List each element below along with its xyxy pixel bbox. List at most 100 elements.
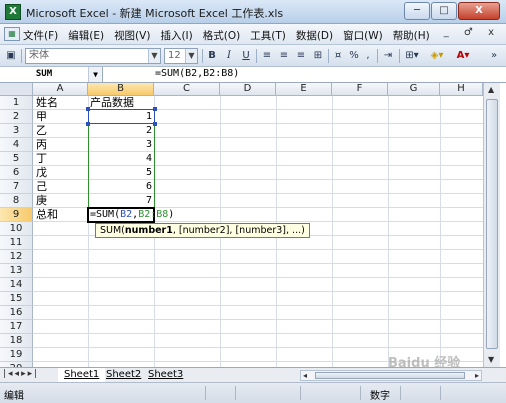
vertical-scroll-thumb[interactable] [486, 99, 498, 349]
column-header-e[interactable]: E [276, 83, 332, 96]
sheet-tab-sheet1[interactable]: Sheet1 [58, 368, 106, 382]
column-header-c[interactable]: C [154, 83, 220, 96]
column-header-d[interactable]: D [220, 83, 276, 96]
font-size-select[interactable]: 12 ▼ [164, 48, 198, 64]
menu-window[interactable]: 窗口(W) [343, 28, 383, 43]
column-header-a[interactable]: A [33, 83, 88, 96]
menu-format[interactable]: 格式(O) [203, 28, 240, 43]
menu-help[interactable]: 帮助(H) [393, 28, 430, 43]
name-box[interactable]: SUM ▼ [0, 67, 103, 83]
row-header[interactable]: 11 [0, 236, 33, 250]
tooltip-function[interactable]: SUM( [100, 225, 125, 236]
scroll-up-icon[interactable]: ▲ [488, 85, 494, 94]
percent-button[interactable]: % [347, 48, 361, 64]
row-header[interactable]: 19 [0, 348, 33, 362]
menu-tools[interactable]: 工具(T) [250, 28, 286, 43]
column-header-b[interactable]: B [88, 83, 154, 96]
row-header[interactable]: 1 [0, 96, 33, 110]
row-header[interactable]: 10 [0, 222, 33, 236]
save-icon[interactable]: ▣ [4, 48, 18, 64]
row-header[interactable]: 2 [0, 110, 33, 124]
underline-button[interactable]: U [239, 48, 253, 64]
cell-a7[interactable]: 己 [36, 180, 47, 194]
range-handle[interactable] [153, 107, 157, 111]
range-handle[interactable] [153, 122, 157, 126]
minimize-button[interactable]: ─ [404, 2, 430, 20]
menu-insert[interactable]: 插入(I) [160, 28, 192, 43]
row-header[interactable]: 5 [0, 152, 33, 166]
select-all-corner[interactable] [0, 83, 33, 96]
document-icon[interactable]: ▦ [4, 27, 20, 41]
maximize-button[interactable]: □ [431, 2, 457, 20]
chevron-down-icon[interactable]: ▼ [185, 49, 197, 63]
sheet-tab-sheet2[interactable]: Sheet2 [100, 368, 147, 382]
gridline [33, 361, 483, 362]
row-header[interactable]: 12 [0, 250, 33, 264]
row-header[interactable]: 6 [0, 166, 33, 180]
tooltip-current-arg[interactable]: number1 [125, 225, 173, 236]
row-header-selected[interactable]: 9 [0, 208, 33, 222]
scroll-right-icon[interactable]: ▸ [475, 371, 479, 380]
row-header[interactable]: 18 [0, 334, 33, 348]
cell-a4[interactable]: 丙 [36, 138, 47, 152]
fill-color-icon[interactable]: ◈▾ [426, 48, 448, 64]
font-name-select[interactable]: 宋体 ▼ [25, 48, 161, 64]
horizontal-scrollbar[interactable]: ◂ ▸ [300, 370, 482, 381]
italic-button[interactable]: I [222, 48, 236, 64]
row-header[interactable]: 16 [0, 306, 33, 320]
cell-a5[interactable]: 丁 [36, 152, 47, 166]
row-header[interactable]: 17 [0, 320, 33, 334]
cell-a8[interactable]: 庚 [36, 194, 47, 208]
scroll-down-icon[interactable]: ▼ [488, 355, 494, 364]
indent-icon[interactable]: ⇥ [381, 48, 395, 64]
close-button[interactable]: X [458, 2, 500, 20]
cell-b1[interactable]: 产品数据 [90, 96, 134, 110]
row-header[interactable]: 4 [0, 138, 33, 152]
menu-view[interactable]: 视图(V) [114, 28, 150, 43]
row-header[interactable]: 7 [0, 180, 33, 194]
workbook-window-controls[interactable]: _ ♂ x [444, 27, 500, 38]
formula-input[interactable]: =SUM(B2,B2:B8) [155, 68, 239, 79]
align-center-icon[interactable]: ≡ [277, 48, 291, 64]
column-header-h[interactable]: H [440, 83, 483, 96]
chevron-down-icon[interactable]: ▼ [148, 49, 160, 63]
currency-icon[interactable]: ¤ [331, 48, 345, 64]
borders-icon[interactable]: ⊞▾ [402, 48, 422, 64]
align-left-icon[interactable]: ≡ [260, 48, 274, 64]
row-header[interactable]: 13 [0, 264, 33, 278]
menu-edit[interactable]: 编辑(E) [68, 28, 104, 43]
row-header[interactable]: 3 [0, 124, 33, 138]
cell-a3[interactable]: 乙 [36, 124, 47, 138]
sheet-tab-sheet3[interactable]: Sheet3 [142, 368, 189, 382]
menu-file[interactable]: 文件(F) [23, 28, 58, 43]
bold-button[interactable]: B [205, 48, 219, 64]
column-header-f[interactable]: F [332, 83, 388, 96]
excel-app-icon[interactable]: X [5, 4, 21, 20]
toolbar-options-icon[interactable]: » [488, 48, 500, 64]
menu-data[interactable]: 数据(D) [296, 28, 333, 43]
align-right-icon[interactable]: ≡ [294, 48, 308, 64]
merge-center-icon[interactable]: ⊞ [311, 48, 325, 64]
scroll-left-icon[interactable]: ◂ [303, 371, 307, 380]
cell-b9-editor[interactable]: =SUM(B2,B2:B8) [87, 207, 174, 223]
row-header[interactable]: 14 [0, 278, 33, 292]
font-color-icon[interactable]: A▾ [452, 48, 474, 64]
toolbar-separator [21, 49, 22, 63]
range-handle[interactable] [86, 122, 90, 126]
cell-a6[interactable]: 戊 [36, 166, 47, 180]
formula-arg-2: B2:B8 [138, 209, 169, 220]
row-header[interactable]: 8 [0, 194, 33, 208]
comma-button[interactable]: , [363, 48, 373, 64]
worksheet-grid[interactable]: A B C D E F G H 1 2 3 4 5 6 7 8 9 10 11 … [0, 83, 483, 367]
cell-a2[interactable]: 甲 [36, 110, 47, 124]
sheet-nav-arrows-icon[interactable]: |◂◂▸▸| [3, 369, 39, 379]
column-header-g[interactable]: G [388, 83, 440, 96]
range-handle[interactable] [86, 107, 90, 111]
cell-a1[interactable]: 姓名 [36, 96, 58, 110]
cell-a9[interactable]: 总和 [36, 208, 58, 222]
vertical-scrollbar[interactable]: ▲ ▼ [483, 83, 500, 367]
row-header[interactable]: 15 [0, 292, 33, 306]
horizontal-scroll-thumb[interactable] [315, 372, 465, 379]
status-divider [400, 386, 401, 400]
chevron-down-icon[interactable]: ▼ [88, 67, 102, 82]
